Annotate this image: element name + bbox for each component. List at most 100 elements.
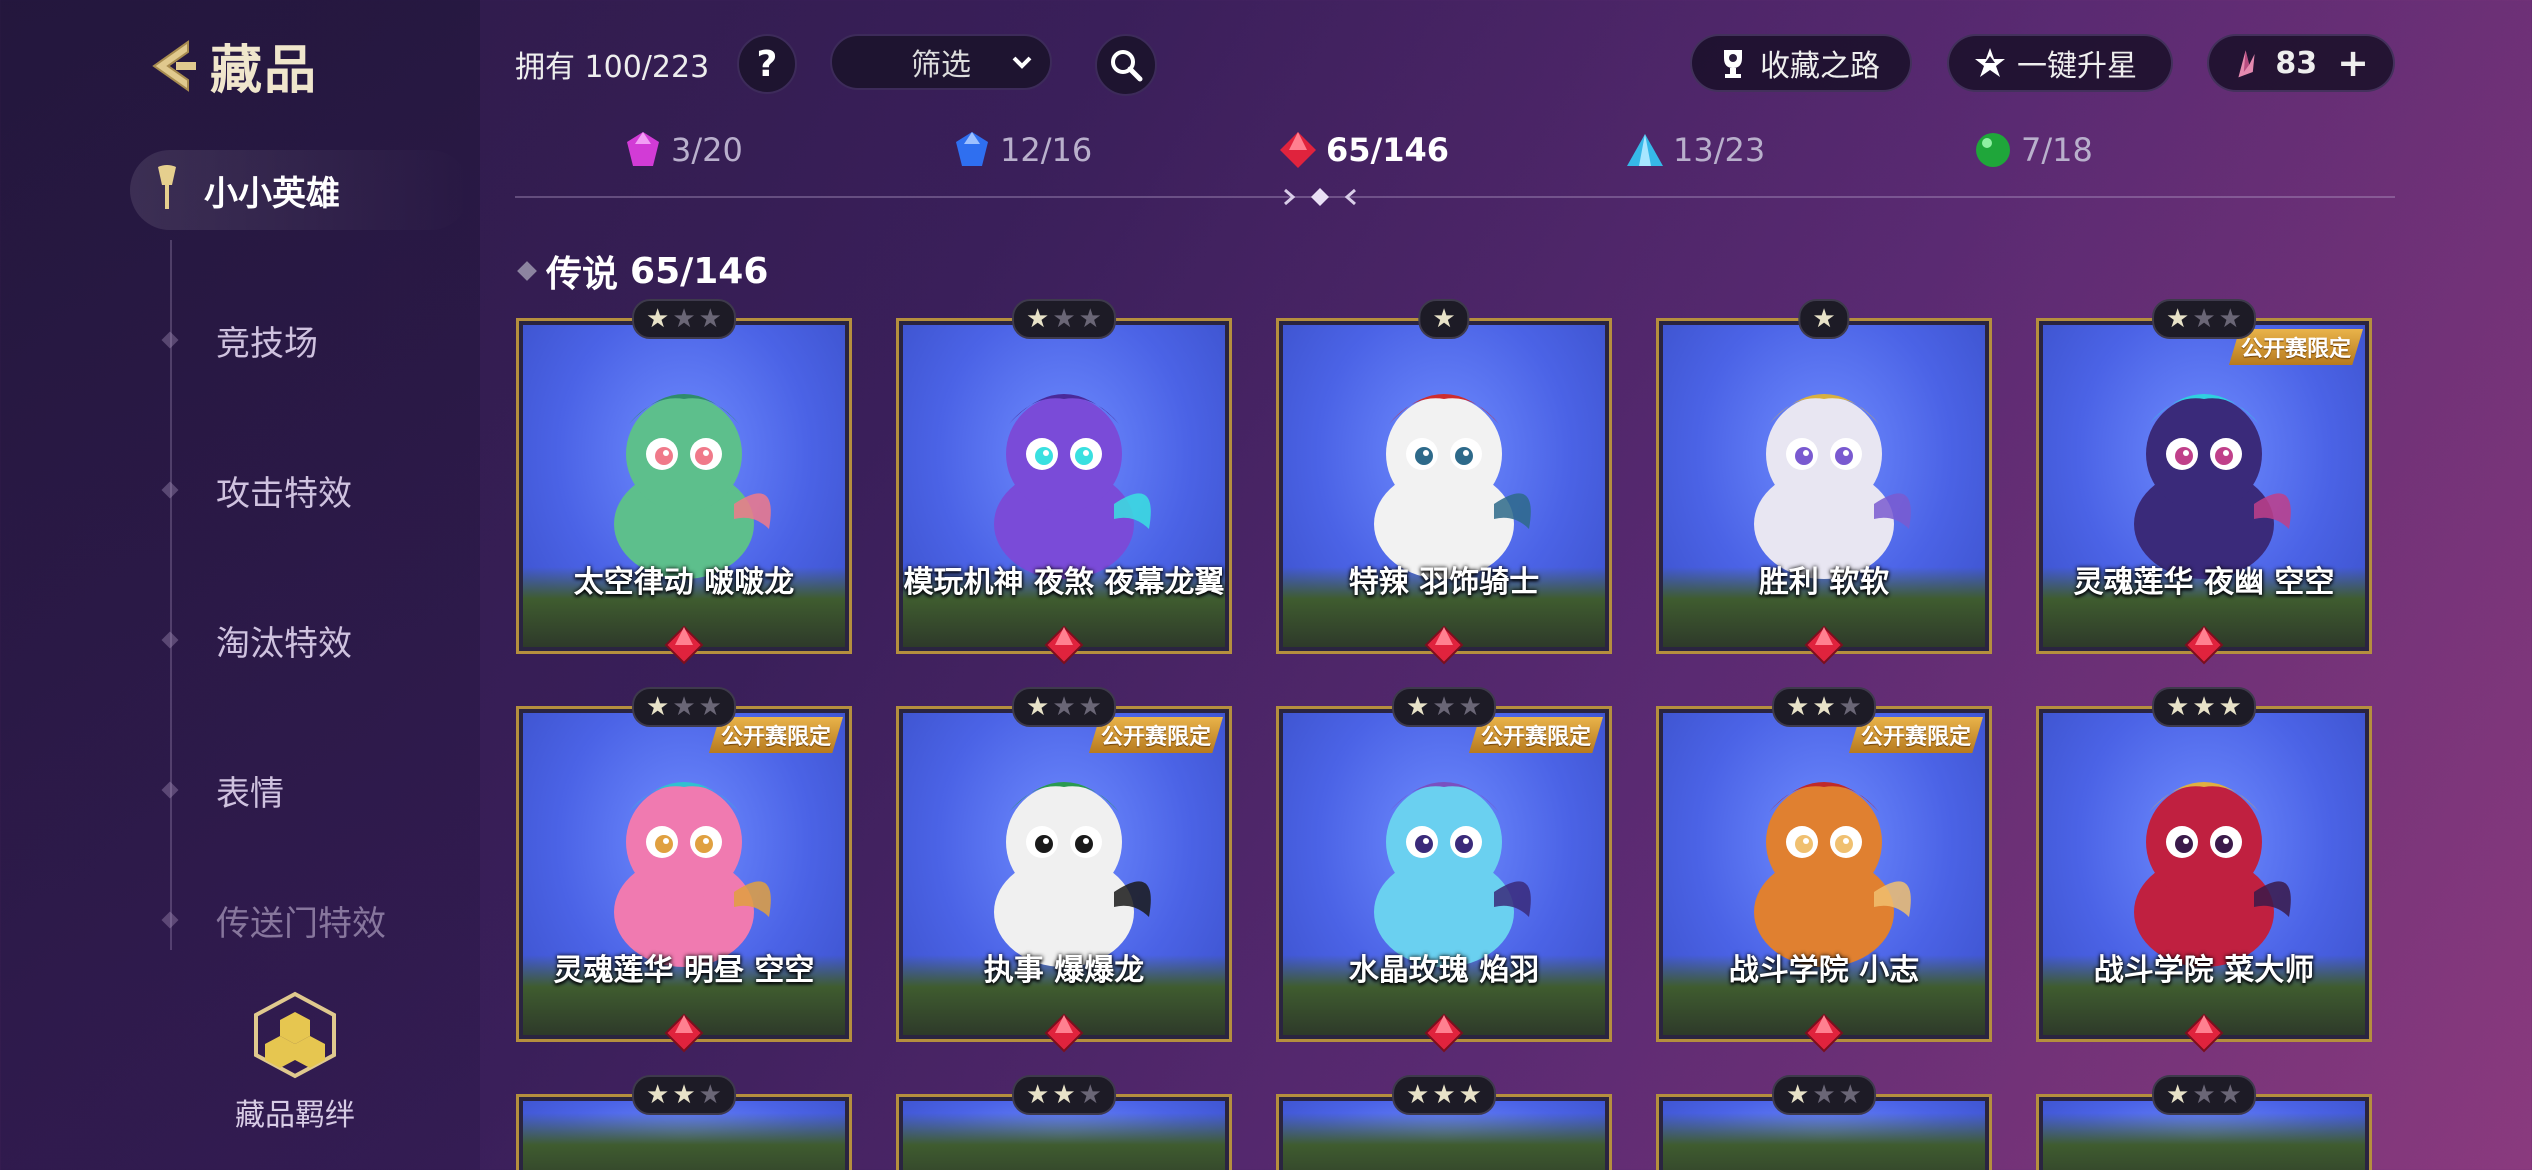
red-gem-icon	[1804, 1013, 1844, 1053]
help-button[interactable]: ?	[737, 34, 797, 94]
top-bar: 拥有 100/223 ? 筛选 收藏之路 一键升星 83 +	[515, 30, 2532, 100]
star-rating: ★ ★ ★	[632, 1075, 736, 1115]
star-icon: ★	[1078, 692, 1102, 722]
star-icon: ★	[1812, 692, 1836, 722]
card-name: 战斗学院 菜大师	[2093, 953, 2315, 988]
red-gem-icon	[1044, 625, 1084, 665]
sidebar-item-emotes[interactable]: 表情	[130, 750, 470, 830]
star-icon: ★	[1406, 1080, 1430, 1110]
red-gem-icon	[1804, 625, 1844, 665]
currency-pill[interactable]: 83 +	[2207, 34, 2395, 92]
tab-rarity-epic[interactable]: 3/20	[623, 130, 743, 170]
star-rating: ★ ★ ★	[1392, 1075, 1496, 1115]
rarity-tabs: 3/20 12/16 65/146 13/23 7/18	[515, 130, 2395, 206]
collection-card[interactable]: 灵魂莲华 夜幽 空空 公开赛限定 ★ ★ ★	[2036, 299, 2372, 665]
tab-rarity-special[interactable]: 7/18	[1973, 130, 2093, 170]
star-icon: ★	[1078, 1080, 1102, 1110]
collection-card[interactable]: ★ ★ ★	[1276, 1075, 1612, 1170]
green-orb-icon	[1976, 133, 2010, 167]
sidebar: 藏品 小小英雄 竞技场 攻击特效 淘汰特效 表情 传送门特效 藏品羁绊	[0, 0, 480, 1170]
star-rating: ★ ★ ★	[1012, 299, 1116, 339]
collection-card[interactable]: ★ ★ ★	[516, 1075, 852, 1170]
star-icon: ★	[646, 1080, 670, 1110]
star-icon: ★	[1052, 304, 1076, 334]
filter-dropdown[interactable]: 筛选	[830, 34, 1052, 90]
back-arrow-icon[interactable]	[140, 36, 200, 96]
star-icon: ★	[1406, 692, 1430, 722]
star-icon: ★	[2192, 692, 2216, 722]
diamond-bullet-icon	[161, 781, 179, 799]
star-icon: ★	[1838, 1080, 1862, 1110]
card-name: 战斗学院 小志	[1728, 953, 1920, 988]
sidebar-item-little-legends[interactable]: 小小英雄	[130, 150, 470, 230]
back-row[interactable]: 藏品	[140, 28, 318, 103]
filter-label: 筛选	[911, 48, 971, 83]
collection-bonds-button[interactable]: 藏品羁绊	[210, 990, 380, 1134]
star-icon: ★	[2192, 1080, 2216, 1110]
star-icon: ★	[1026, 304, 1050, 334]
one-click-upgrade-button[interactable]: 一键升星	[1947, 34, 2173, 92]
collection-path-button[interactable]: 收藏之路	[1690, 34, 1912, 92]
star-rating: ★ ★ ★	[632, 299, 736, 339]
star-icon: ★	[1052, 1080, 1076, 1110]
one-click-upgrade-label: 一键升星	[2017, 49, 2137, 84]
collection-card[interactable]: 战斗学院 小志 公开赛限定 ★ ★ ★	[1656, 687, 1992, 1053]
red-gem-icon	[1280, 132, 1316, 168]
star-icon: ★	[1052, 692, 1076, 722]
star-rating: ★ ★ ★	[1012, 1075, 1116, 1115]
chevron-down-icon	[1010, 48, 1034, 86]
star-icon: ★	[698, 692, 722, 722]
star-rating: ★ ★ ★	[1772, 1075, 1876, 1115]
card-name: 太空律动 啵啵龙	[573, 565, 795, 600]
plus-icon[interactable]: +	[2337, 41, 2369, 85]
star-icon: ★	[672, 692, 696, 722]
section-title: 传说	[546, 254, 619, 295]
collection-card[interactable]: 战斗学院 菜大师 ★ ★ ★	[2036, 687, 2372, 1053]
star-icon: ★	[1026, 692, 1050, 722]
collection-card[interactable]: 执事 爆爆龙 公开赛限定 ★ ★ ★	[896, 687, 1232, 1053]
tab-rarity-mythic[interactable]: 13/23	[1625, 130, 1765, 170]
collection-card[interactable]: 灵魂莲华 明昼 空空 公开赛限定 ★ ★ ★	[516, 687, 852, 1053]
pin-icon	[152, 163, 182, 217]
red-gem-icon	[2184, 1013, 2224, 1053]
card-ground	[523, 1113, 845, 1170]
tab-rarity-rare[interactable]: 12/16	[952, 130, 1092, 170]
collection-card[interactable]: 胜利 软软 ★	[1656, 299, 1992, 665]
sidebar-item-elimination-effects[interactable]: 淘汰特效	[130, 600, 470, 680]
star-icon: ★	[1812, 304, 1836, 334]
active-tab-indicator-icon	[1284, 188, 1356, 206]
card-name: 模玩机神 夜煞 夜幕龙翼	[903, 565, 1225, 600]
tab-count: 12/16	[1000, 131, 1093, 169]
star-icon: ★	[646, 692, 670, 722]
star-icon: ★	[672, 304, 696, 334]
collection-card[interactable]: ★ ★ ★	[2036, 1075, 2372, 1170]
collection-card[interactable]: ★ ★ ★	[1656, 1075, 1992, 1170]
star-icon: ★	[2166, 1080, 2190, 1110]
search-button[interactable]	[1095, 34, 1157, 96]
collection-card[interactable]: 太空律动 啵啵龙 ★ ★ ★	[516, 299, 852, 665]
sidebar-item-label: 小小英雄	[204, 173, 340, 214]
trophy-icon	[1724, 50, 1742, 78]
tab-count: 65/146	[1326, 131, 1450, 169]
star-icon: ★	[1458, 1080, 1482, 1110]
tab-count: 3/20	[671, 131, 743, 169]
sidebar-item-attack-effects[interactable]: 攻击特效	[130, 450, 470, 530]
cyan-gem-icon	[1627, 134, 1663, 166]
collection-card[interactable]: 模玩机神 夜煞 夜幕龙翼 ★ ★ ★	[896, 299, 1232, 665]
star-icon: ★	[672, 1080, 696, 1110]
tab-count: 13/23	[1673, 131, 1766, 169]
star-icon: ★	[646, 304, 670, 334]
collection-card[interactable]: 特辣 羽饰骑士 ★	[1276, 299, 1612, 665]
star-icon: ★	[1432, 1080, 1456, 1110]
sidebar-item-arena[interactable]: 竞技场	[130, 300, 470, 380]
collection-card[interactable]: 水晶玫瑰 焰羽 公开赛限定 ★ ★ ★	[1276, 687, 1612, 1053]
star-rating: ★ ★ ★	[1392, 687, 1496, 727]
tab-rarity-legendary[interactable]: 65/146	[1278, 130, 1449, 170]
star-icon: ★	[1786, 1080, 1810, 1110]
hexagon-bonds-icon	[254, 991, 336, 1079]
card-name: 胜利 软软	[1758, 565, 1890, 600]
star-upgrade-icon	[1975, 48, 2005, 77]
collection-card[interactable]: ★ ★ ★	[896, 1075, 1232, 1170]
star-rating: ★ ★ ★	[2152, 1075, 2256, 1115]
sidebar-item-portal-effects[interactable]: 传送门特效	[130, 895, 470, 945]
